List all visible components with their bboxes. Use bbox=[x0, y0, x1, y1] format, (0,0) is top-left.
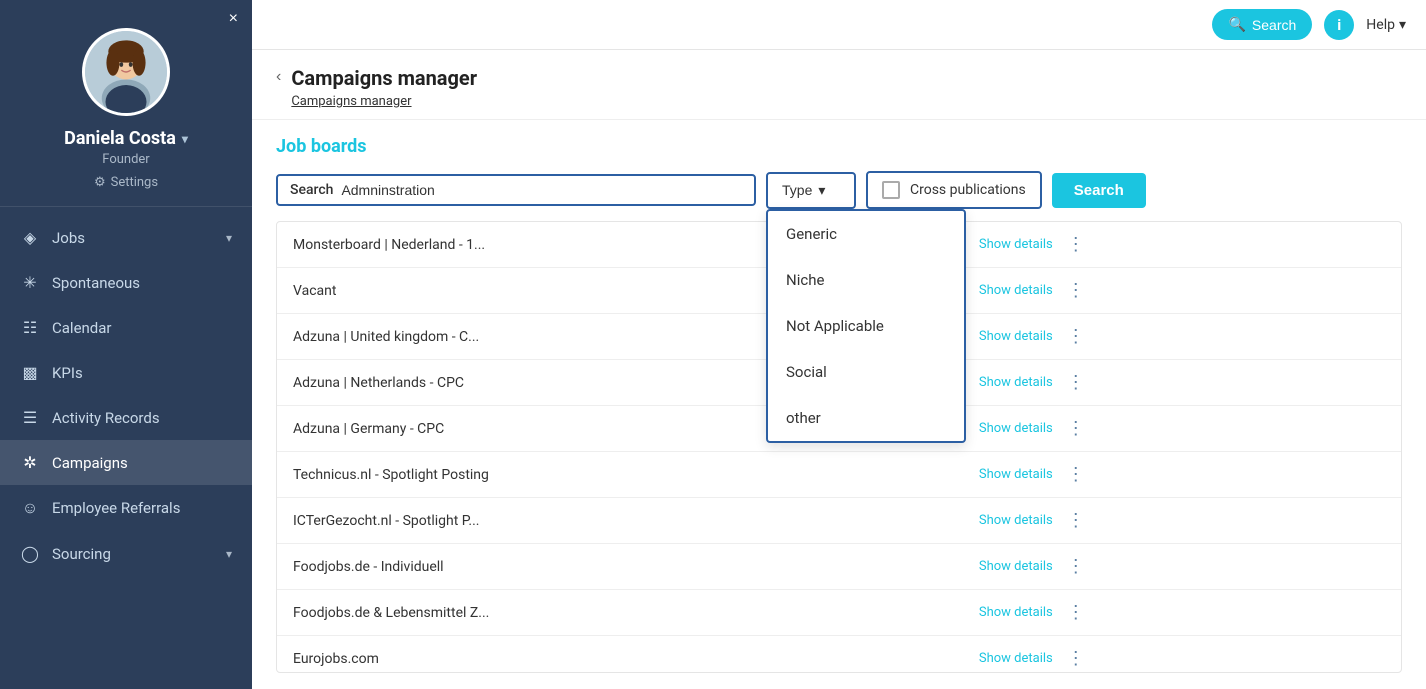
sidebar-item-jobs[interactable]: ◈ Jobs ▾ bbox=[0, 215, 252, 260]
row-menu-dots-0[interactable]: ⋮ bbox=[1059, 234, 1093, 255]
page-content: ‹ Campaigns manager Campaigns manager Jo… bbox=[252, 50, 1426, 689]
type-dropdown-wrapper: Type ▾ Generic Niche Not Applicable Soci… bbox=[766, 172, 856, 209]
row-actions-0: Show details ⋮ bbox=[963, 222, 1401, 267]
sidebar-item-employee-referrals[interactable]: ☺ Employee Referrals bbox=[0, 485, 252, 531]
table-row: Foodjobs.de & Lebensmittel Z... Show det… bbox=[277, 590, 1401, 636]
info-button[interactable]: i bbox=[1324, 10, 1354, 40]
campaigns-icon: ✲ bbox=[20, 453, 40, 472]
show-details-link-5[interactable]: Show details bbox=[979, 467, 1053, 482]
sidebar-item-spontaneous[interactable]: ✳ Spontaneous bbox=[0, 260, 252, 305]
show-details-link-7[interactable]: Show details bbox=[979, 559, 1053, 574]
row-name-6: ICTerGezocht.nl - Spotlight P... bbox=[277, 498, 963, 544]
row-menu-dots-6[interactable]: ⋮ bbox=[1059, 510, 1093, 531]
sidebar-item-calendar[interactable]: ☷ Calendar bbox=[0, 305, 252, 350]
group-icon: ◯ bbox=[20, 544, 40, 563]
help-button[interactable]: Help ▾ bbox=[1366, 17, 1406, 33]
cross-publications-box[interactable]: Cross publications bbox=[866, 171, 1042, 209]
show-details-link-8[interactable]: Show details bbox=[979, 605, 1053, 620]
cross-publications-checkbox[interactable] bbox=[882, 181, 900, 199]
search-icon: 🔍 bbox=[1228, 16, 1245, 33]
dropdown-item-not-applicable[interactable]: Not Applicable bbox=[768, 303, 964, 349]
row-actions-1: Show details ⋮ bbox=[963, 268, 1401, 313]
dropdown-item-generic[interactable]: Generic bbox=[768, 211, 964, 257]
row-menu-dots-9[interactable]: ⋮ bbox=[1059, 648, 1093, 669]
row-actions-8: Show details ⋮ bbox=[963, 590, 1401, 635]
breadcrumb[interactable]: Campaigns manager bbox=[291, 94, 411, 109]
section-title: Job boards bbox=[276, 136, 1402, 157]
show-details-link-4[interactable]: Show details bbox=[979, 421, 1053, 436]
type-dropdown-button[interactable]: Type ▾ bbox=[766, 172, 856, 209]
search-input[interactable] bbox=[341, 182, 742, 198]
table-row: Technicus.nl - Spotlight Posting Show de… bbox=[277, 452, 1401, 498]
row-name-7: Foodjobs.de - Individuell bbox=[277, 544, 963, 590]
table-row: Foodjobs.de - Individuell Show details ⋮ bbox=[277, 544, 1401, 590]
help-chevron-icon: ▾ bbox=[1399, 17, 1406, 33]
sidebar-profile: Daniela Costa ▾ Founder ⚙ Settings bbox=[0, 0, 252, 207]
sourcing-chevron-icon: ▾ bbox=[226, 547, 232, 561]
sidebar: × Daniela Costa bbox=[0, 0, 252, 689]
jobs-chevron-icon: ▾ bbox=[226, 231, 232, 245]
settings-link[interactable]: ⚙ Settings bbox=[94, 175, 158, 190]
people-icon: ☺ bbox=[20, 498, 40, 518]
row-actions-6: Show details ⋮ bbox=[963, 498, 1401, 543]
avatar bbox=[82, 28, 170, 116]
back-button[interactable]: ‹ bbox=[276, 68, 281, 86]
topbar-search-button[interactable]: 🔍 Search bbox=[1212, 9, 1312, 40]
sidebar-item-kpis[interactable]: ▩ KPIs bbox=[0, 350, 252, 395]
dropdown-item-social[interactable]: Social bbox=[768, 349, 964, 395]
row-actions-7: Show details ⋮ bbox=[963, 544, 1401, 589]
row-actions-3: Show details ⋮ bbox=[963, 360, 1401, 405]
filter-row: Search Type ▾ Generic Niche Not Applicab… bbox=[276, 171, 1402, 209]
show-details-link-2[interactable]: Show details bbox=[979, 329, 1053, 344]
dropdown-item-niche[interactable]: Niche bbox=[768, 257, 964, 303]
sidebar-nav: ◈ Jobs ▾ ✳ Spontaneous ☷ Calendar ▩ KPIs… bbox=[0, 207, 252, 689]
page-header: ‹ Campaigns manager Campaigns manager bbox=[252, 50, 1426, 120]
row-actions-4: Show details ⋮ bbox=[963, 406, 1401, 451]
row-menu-dots-3[interactable]: ⋮ bbox=[1059, 372, 1093, 393]
search-label: Search bbox=[290, 182, 333, 198]
table-row: ICTerGezocht.nl - Spotlight P... Show de… bbox=[277, 498, 1401, 544]
row-menu-dots-1[interactable]: ⋮ bbox=[1059, 280, 1093, 301]
row-actions-9: Show details ⋮ bbox=[963, 636, 1401, 673]
table-row: Eurojobs.com Show details ⋮ bbox=[277, 636, 1401, 674]
show-details-link-0[interactable]: Show details bbox=[979, 237, 1053, 252]
show-details-link-9[interactable]: Show details bbox=[979, 651, 1053, 666]
close-sidebar-button[interactable]: × bbox=[229, 10, 238, 28]
row-actions-5: Show details ⋮ bbox=[963, 452, 1401, 497]
calendar-icon: ☷ bbox=[20, 318, 40, 337]
user-name[interactable]: Daniela Costa ▾ bbox=[64, 128, 188, 149]
type-dropdown-menu: Generic Niche Not Applicable Social othe… bbox=[766, 209, 966, 443]
row-actions-2: Show details ⋮ bbox=[963, 314, 1401, 359]
dropdown-item-other[interactable]: other bbox=[768, 395, 964, 441]
show-details-link-6[interactable]: Show details bbox=[979, 513, 1053, 528]
show-details-link-3[interactable]: Show details bbox=[979, 375, 1053, 390]
list-icon: ☰ bbox=[20, 408, 40, 427]
sidebar-item-activity-records[interactable]: ☰ Activity Records bbox=[0, 395, 252, 440]
type-chevron-icon: ▾ bbox=[818, 182, 825, 199]
row-name-5: Technicus.nl - Spotlight Posting bbox=[277, 452, 963, 498]
row-menu-dots-8[interactable]: ⋮ bbox=[1059, 602, 1093, 623]
cross-publications-label: Cross publications bbox=[910, 182, 1026, 198]
show-details-link-1[interactable]: Show details bbox=[979, 283, 1053, 298]
asterisk-icon: ✳ bbox=[20, 273, 40, 292]
row-menu-dots-4[interactable]: ⋮ bbox=[1059, 418, 1093, 439]
sidebar-item-campaigns[interactable]: ✲ Campaigns bbox=[0, 440, 252, 485]
sidebar-item-sourcing[interactable]: ◯ Sourcing ▾ bbox=[0, 531, 252, 576]
search-box: Search bbox=[276, 174, 756, 206]
row-name-9: Eurojobs.com bbox=[277, 636, 963, 674]
briefcase-icon: ◈ bbox=[20, 228, 40, 247]
filter-search-button[interactable]: Search bbox=[1052, 173, 1146, 208]
page-title: Campaigns manager bbox=[291, 66, 477, 90]
row-name-8: Foodjobs.de & Lebensmittel Z... bbox=[277, 590, 963, 636]
row-menu-dots-2[interactable]: ⋮ bbox=[1059, 326, 1093, 347]
gear-icon: ⚙ bbox=[94, 175, 106, 190]
chart-icon: ▩ bbox=[20, 363, 40, 382]
job-boards-section: Job boards Search Type ▾ Generic Niche N… bbox=[252, 120, 1426, 689]
user-dropdown-chevron: ▾ bbox=[182, 132, 188, 146]
row-menu-dots-5[interactable]: ⋮ bbox=[1059, 464, 1093, 485]
topbar: 🔍 Search i Help ▾ bbox=[252, 0, 1426, 50]
main-content: 🔍 Search i Help ▾ ‹ Campaigns manager Ca… bbox=[252, 0, 1426, 689]
row-menu-dots-7[interactable]: ⋮ bbox=[1059, 556, 1093, 577]
user-role: Founder bbox=[102, 152, 149, 167]
